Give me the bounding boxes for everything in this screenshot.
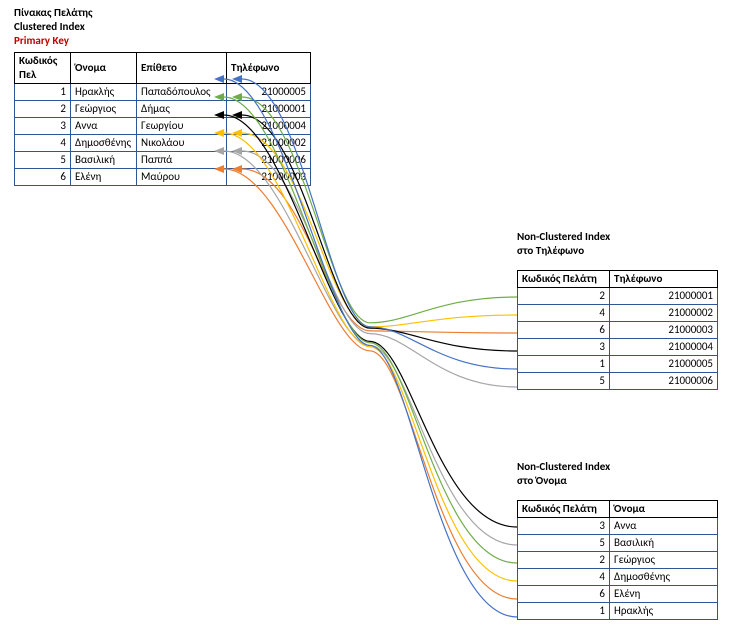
table-cell: Βασιλική: [71, 152, 137, 169]
table-cell: 5: [518, 373, 610, 390]
table-cell: 5: [518, 535, 610, 552]
phone-index-label: Non-Clustered Index στο Τηλέφωνο: [517, 230, 610, 258]
table-row: 3ΑνναΓεωργίου21000004: [15, 118, 311, 135]
col-surname-header: Επίθετο: [137, 53, 227, 84]
phone-index-table: Κωδικός Πελάτη Τηλέφωνο 2210000014210000…: [517, 270, 718, 390]
main-table-title: Πίνακας Πελάτης: [14, 6, 93, 20]
table-cell: Ηρακλής: [610, 603, 718, 620]
table-cell: 3: [518, 518, 610, 535]
table-cell: 2: [518, 288, 610, 305]
table-row: 2Γεώργιος: [518, 552, 718, 569]
table-row: 5ΒασιλικήΠαππά21000006: [15, 152, 311, 169]
table-cell: 21000003: [610, 322, 718, 339]
table-cell: 2: [15, 101, 71, 118]
table-cell: 6: [518, 322, 610, 339]
table-row: 1Ηρακλής: [518, 603, 718, 620]
table-cell: Παππά: [137, 152, 227, 169]
table-cell: Γεώργιος: [610, 552, 718, 569]
table-cell: 1: [15, 84, 71, 101]
table-cell: 4: [518, 569, 610, 586]
table-cell: 3: [518, 339, 610, 356]
table-row: 4ΔημοσθένηςΝικολάου21000002: [15, 135, 311, 152]
table-cell: 21000002: [610, 305, 718, 322]
col-name-header: Όνομα: [71, 53, 137, 84]
table-header-row: Κωδικός Πελ Όνομα Επίθετο Τηλέφωνο: [15, 53, 311, 84]
table-cell: 3: [15, 118, 71, 135]
table-header-row: Κωδικός Πελάτη Όνομα: [518, 501, 718, 518]
table-cell: 2: [518, 552, 610, 569]
table-row: 121000005: [518, 356, 718, 373]
index-curve: [224, 133, 517, 581]
table-cell: 4: [518, 305, 610, 322]
table-cell: 21000002: [227, 135, 311, 152]
primary-key-label: Primary Key: [14, 34, 93, 48]
table-cell: 21000003: [227, 169, 311, 186]
table-row: 3Αννα: [518, 518, 718, 535]
table-row: 6ΕλένηΜαύρου21000003: [15, 169, 311, 186]
table-row: 2ΓεώργιοςΔήμας21000001: [15, 101, 311, 118]
table-cell: 5: [15, 152, 71, 169]
main-table-subtitle: Clustered Index: [14, 20, 93, 34]
table-row: 621000003: [518, 322, 718, 339]
col-id-header: Κωδικός Πελ: [15, 53, 71, 84]
table-cell: Αννα: [71, 118, 137, 135]
table-cell: Βασιλική: [610, 535, 718, 552]
table-cell: Ηρακλής: [71, 84, 137, 101]
table-cell: 4: [15, 135, 71, 152]
table-cell: Μαύρου: [137, 169, 227, 186]
col-id-header: Κωδικός Πελάτη: [518, 271, 610, 288]
index-curve: [224, 169, 517, 599]
table-cell: Δημοσθένης: [610, 569, 718, 586]
name-index-label: Non-Clustered Index στο Όνομα: [517, 460, 610, 488]
table-cell: 21000001: [227, 101, 311, 118]
table-row: 1ΗρακλήςΠαπαδόπουλος21000005: [15, 84, 311, 101]
col-phone-header: Τηλέφωνο: [227, 53, 311, 84]
table-cell: Δήμας: [137, 101, 227, 118]
table-cell: 21000005: [610, 356, 718, 373]
phone-index-subtitle: στο Τηλέφωνο: [517, 244, 610, 258]
table-cell: Ελένη: [71, 169, 137, 186]
table-cell: 21000006: [610, 373, 718, 390]
index-curve: [242, 169, 517, 333]
col-phone-header: Τηλέφωνο: [610, 271, 718, 288]
table-cell: 21000004: [227, 118, 311, 135]
index-curve: [242, 151, 517, 387]
col-id-header: Κωδικός Πελάτη: [518, 501, 610, 518]
table-cell: 21000004: [610, 339, 718, 356]
table-cell: Δημοσθένης: [71, 135, 137, 152]
table-cell: 21000006: [227, 152, 311, 169]
table-row: 5Βασιλική: [518, 535, 718, 552]
table-cell: Νικολάου: [137, 135, 227, 152]
index-curve: [224, 151, 517, 545]
table-header-row: Κωδικός Πελάτη Τηλέφωνο: [518, 271, 718, 288]
name-index-title: Non-Clustered Index: [517, 460, 610, 474]
table-cell: 1: [518, 603, 610, 620]
table-cell: 6: [15, 169, 71, 186]
table-row: 321000004: [518, 339, 718, 356]
table-cell: Γεωργίου: [137, 118, 227, 135]
name-index-subtitle: στο Όνομα: [517, 474, 610, 488]
table-cell: Αννα: [610, 518, 718, 535]
col-name-header: Όνομα: [610, 501, 718, 518]
table-cell: Παπαδόπουλος: [137, 84, 227, 101]
phone-index-title: Non-Clustered Index: [517, 230, 610, 244]
table-cell: Ελένη: [610, 586, 718, 603]
table-cell: 21000001: [610, 288, 718, 305]
table-cell: 21000005: [227, 84, 311, 101]
name-index-table: Κωδικός Πελάτη Όνομα 3Αννα5Βασιλική2Γεώρ…: [517, 500, 718, 620]
table-row: 521000006: [518, 373, 718, 390]
table-row: 421000002: [518, 305, 718, 322]
table-cell: Γεώργιος: [71, 101, 137, 118]
table-row: 221000001: [518, 288, 718, 305]
table-row: 6Ελένη: [518, 586, 718, 603]
main-table: Κωδικός Πελ Όνομα Επίθετο Τηλέφωνο 1Ηρακ…: [14, 52, 311, 186]
table-cell: 1: [518, 356, 610, 373]
table-cell: 6: [518, 586, 610, 603]
table-row: 4Δημοσθένης: [518, 569, 718, 586]
main-table-label: Πίνακας Πελάτης Clustered Index Primary …: [14, 6, 93, 47]
